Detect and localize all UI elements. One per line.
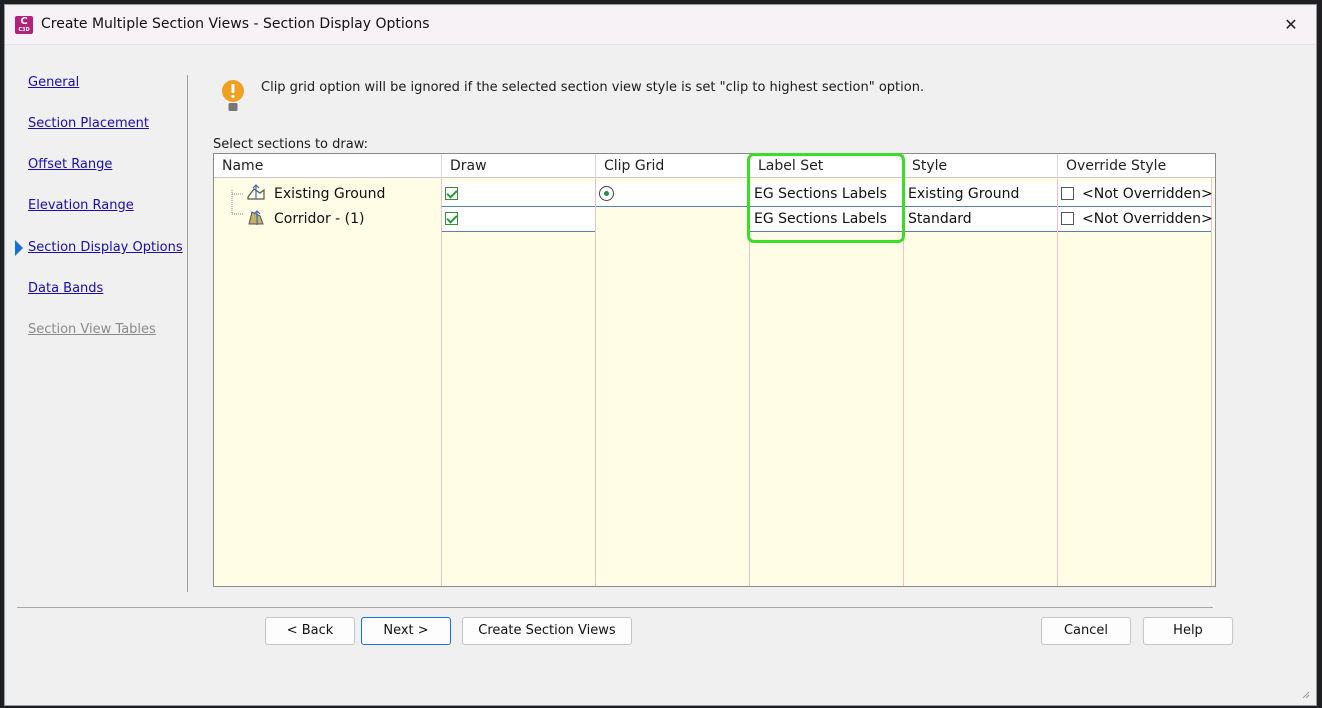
nav-section-placement[interactable]: Section Placement <box>28 116 149 131</box>
col-divider <box>1211 178 1212 586</box>
dialog-window: C C3D Create Multiple Section Views - Se… <box>4 4 1317 706</box>
grid-header: Name Draw Clip Grid Label Set Style Over… <box>214 154 1215 178</box>
active-page-arrow-icon <box>15 240 23 256</box>
override-style-value: <Not Overridden> <box>1082 211 1213 227</box>
col-divider <box>595 178 596 586</box>
back-button[interactable]: < Back <box>265 617 355 645</box>
override-checkbox[interactable] <box>1061 187 1074 200</box>
cancel-button[interactable]: Cancel <box>1041 617 1131 645</box>
next-button[interactable]: Next > <box>361 617 451 645</box>
app-icon-sub: C3D <box>18 27 30 33</box>
col-header-clip-grid[interactable]: Clip Grid <box>596 154 750 178</box>
col-header-name[interactable]: Name <box>214 154 442 178</box>
override-style-cell[interactable]: <Not Overridden> <box>1058 207 1213 232</box>
wizard-nav: General Section Placement Offset Range E… <box>5 45 190 605</box>
grid-caption: Select sections to draw: <box>213 137 369 152</box>
nav-section-view-tables: Section View Tables <box>28 322 156 337</box>
civil3d-app-icon: C C3D <box>15 16 33 34</box>
clip-grid-warning: Clip grid option will be ignored if the … <box>261 80 925 95</box>
close-icon: ✕ <box>1284 15 1298 34</box>
draw-checkbox[interactable] <box>445 187 458 200</box>
nav-general[interactable]: General <box>28 75 79 90</box>
sidebar-divider <box>187 75 188 592</box>
create-section-views-button[interactable]: Create Section Views <box>462 617 632 645</box>
nav-section-display-options[interactable]: Section Display Options <box>28 240 183 255</box>
close-button[interactable]: ✕ <box>1276 11 1306 39</box>
row-name: Corridor - (1) <box>274 211 365 227</box>
footer-divider <box>17 607 1213 608</box>
col-header-style[interactable]: Style <box>904 154 1058 178</box>
style-cell[interactable]: Standard <box>904 207 1057 232</box>
style-cell[interactable]: Existing Ground <box>904 182 1057 207</box>
override-checkbox[interactable] <box>1061 212 1074 225</box>
col-header-draw[interactable]: Draw <box>442 154 596 178</box>
draw-cell[interactable] <box>442 182 595 207</box>
col-divider <box>441 178 442 586</box>
app-icon-letter: C <box>20 16 28 27</box>
col-header-override-style[interactable]: Override Style <box>1058 154 1215 178</box>
nav-elevation-range[interactable]: Elevation Range <box>28 198 134 213</box>
draw-checkbox[interactable] <box>445 212 458 225</box>
title-bar: C C3D Create Multiple Section Views - Se… <box>5 5 1316 45</box>
window-title: Create Multiple Section Views - Section … <box>41 16 430 32</box>
row-name: Existing Ground <box>274 186 386 202</box>
clip-grid-radio[interactable] <box>599 186 614 201</box>
warning-bulb-icon <box>221 79 245 115</box>
nav-data-bands[interactable]: Data Bands <box>28 281 103 296</box>
help-button[interactable]: Help <box>1143 617 1233 645</box>
sections-grid: Name Draw Clip Grid Label Set Style Over… <box>213 153 1216 587</box>
nav-offset-range[interactable]: Offset Range <box>28 157 112 172</box>
override-style-value: <Not Overridden> <box>1082 186 1213 202</box>
label-set-highlight <box>747 153 905 243</box>
override-style-cell[interactable]: <Not Overridden> <box>1058 182 1213 207</box>
col-divider <box>1057 178 1058 586</box>
surface-section-icon <box>246 183 266 203</box>
resize-grip-icon[interactable] <box>1300 689 1310 699</box>
clip-grid-cell[interactable] <box>596 182 749 207</box>
corridor-section-icon <box>246 208 266 228</box>
draw-cell[interactable] <box>442 207 595 232</box>
